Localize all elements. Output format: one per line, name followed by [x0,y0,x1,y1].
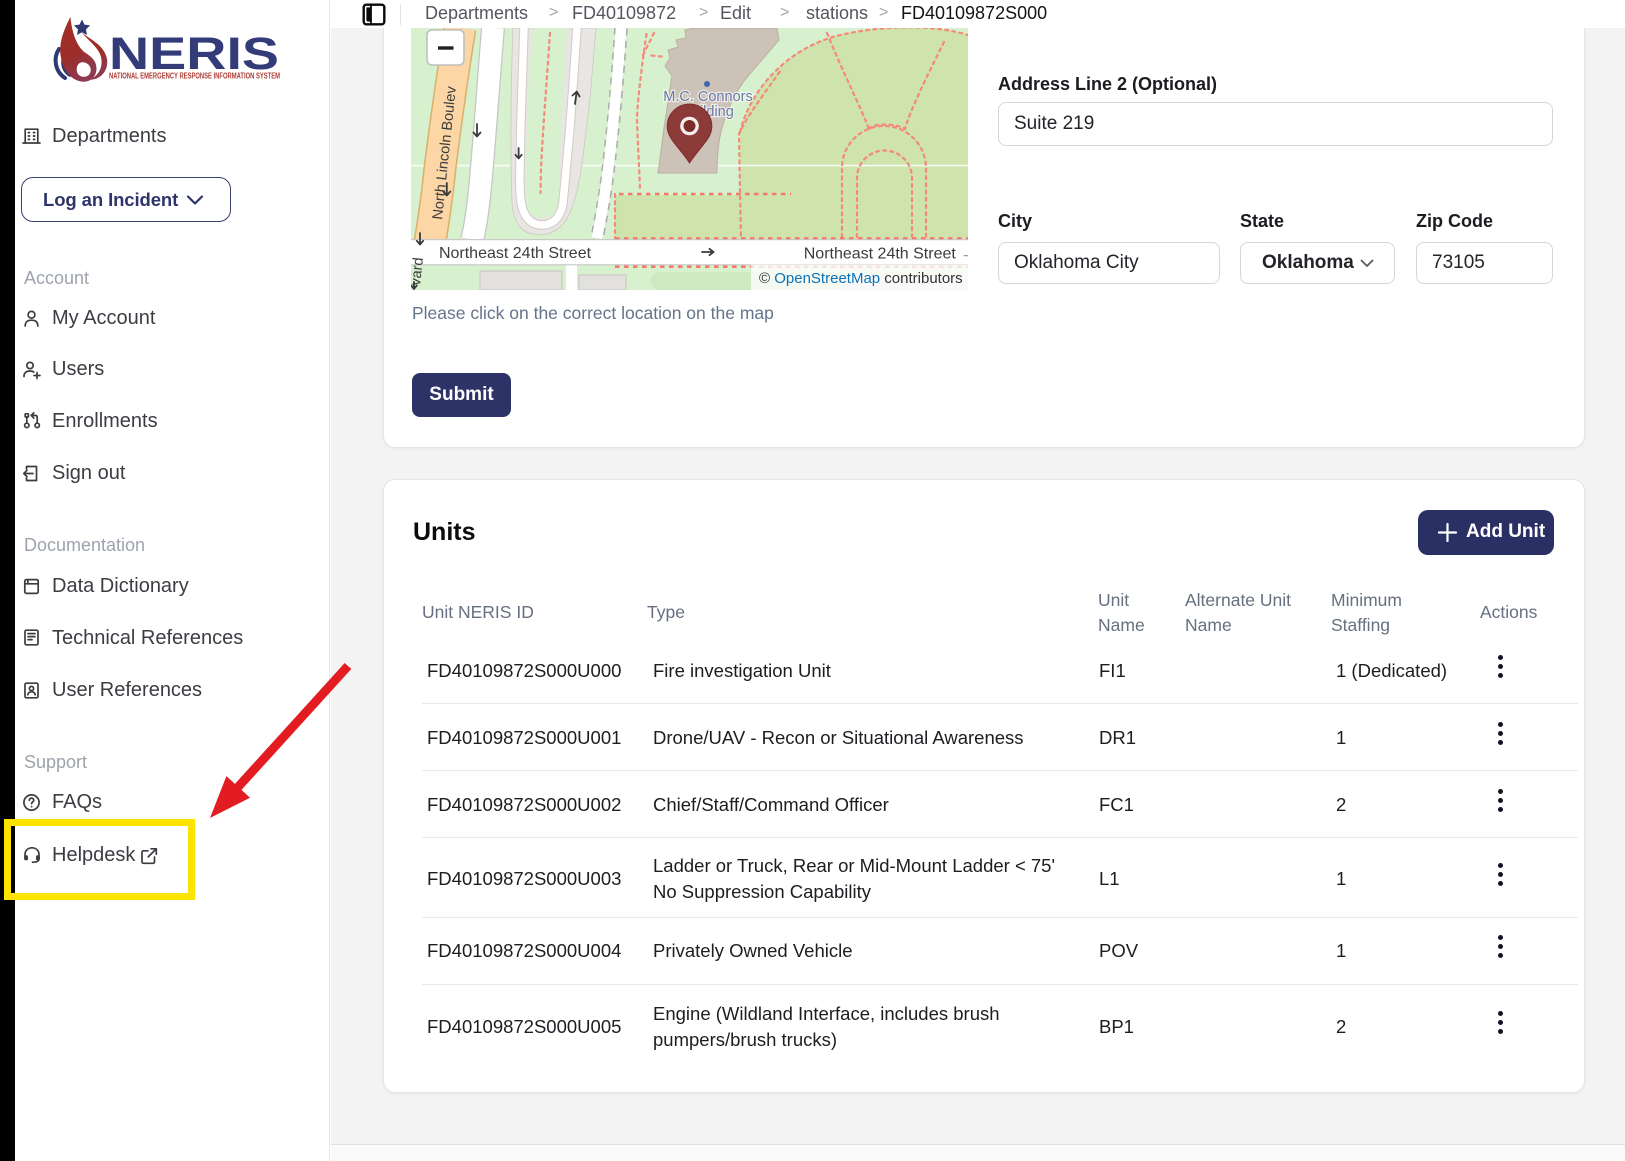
svg-text:NATIONAL EMERGENCY RESPONSE IN: NATIONAL EMERGENCY RESPONSE INFORMATION … [109,72,280,81]
svg-text:© OpenStreetMap contributors: © OpenStreetMap contributors [759,270,963,287]
svg-text:Northeast 24th Street →: Northeast 24th Street → [804,246,968,263]
svg-text:Northeast 24th Street: Northeast 24th Street [439,245,592,262]
svg-text:M.C. Connors: M.C. Connors [663,89,752,105]
